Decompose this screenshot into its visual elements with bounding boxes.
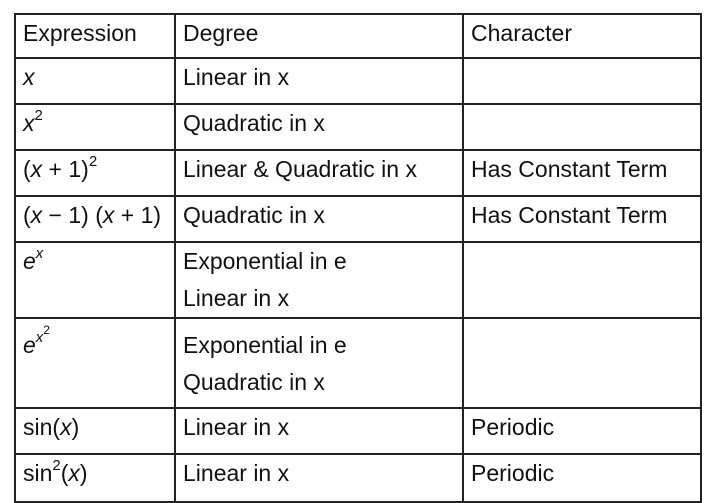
- degree-cell: Linear in x: [174, 453, 464, 503]
- degree-cell: Quadratic in x: [174, 195, 464, 243]
- expr-part: ): [79, 460, 88, 486]
- degree-text: Quadratic in x: [183, 110, 325, 136]
- degree-cell: Exponential in e Linear in x: [174, 241, 464, 319]
- degree-text: Linear in x: [183, 285, 290, 311]
- expression-cell: (x − 1) (x + 1): [14, 195, 176, 243]
- degree-text: Quadratic in x: [183, 202, 325, 228]
- expr-part: ): [71, 414, 80, 440]
- header-degree: Degree: [174, 13, 464, 59]
- character-cell: Has Constant Term: [462, 195, 702, 243]
- expr-exponent: 2: [88, 153, 98, 171]
- expr-exponent: 2: [34, 107, 43, 125]
- expression-cell: sin2(x): [14, 453, 176, 503]
- table-row: x Linear in x: [14, 57, 702, 105]
- degree-text: Linear in x: [183, 64, 290, 90]
- table-row: (x − 1) (x + 1) Quadratic in x Has Const…: [14, 195, 702, 243]
- expr-part: − 1) (: [42, 202, 103, 228]
- table-row: ex2 Exponential in e Quadratic in x: [14, 317, 702, 409]
- expression-cell: ex2: [14, 317, 176, 409]
- expr-rest: + 1): [42, 156, 89, 182]
- expr-part: + 1): [114, 202, 162, 228]
- expression-table: Expression Degree Character x Linear in …: [14, 13, 702, 503]
- expression-cell: sin(x): [14, 407, 176, 455]
- expr-function: sin: [23, 414, 53, 440]
- expression-cell: x: [14, 57, 176, 105]
- degree-text: Exponential in e: [183, 332, 347, 358]
- character-cell: Periodic: [462, 407, 702, 455]
- degree-text: Exponential in e: [183, 248, 347, 274]
- expr-variable: x: [23, 110, 35, 136]
- header-character: Character: [462, 13, 702, 59]
- expr-variable: x: [68, 460, 80, 486]
- expr-variable: x: [102, 202, 115, 228]
- expr-variable: x: [23, 64, 35, 90]
- character-cell: [462, 241, 702, 319]
- character-cell: Periodic: [462, 453, 702, 503]
- degree-cell: Exponential in e Quadratic in x: [174, 317, 464, 409]
- expression-cell: ex: [14, 241, 176, 319]
- table-header-row: Expression Degree Character: [14, 13, 702, 59]
- expr-variable: x: [30, 202, 43, 228]
- expr-base: e: [23, 332, 36, 358]
- expr-part: (: [23, 202, 31, 228]
- table-row: sin2(x) Linear in x Periodic: [14, 453, 702, 503]
- character-cell: [462, 57, 702, 105]
- degree-text: Linear in x: [183, 460, 290, 486]
- table-row: x2 Quadratic in x: [14, 103, 702, 151]
- expr-function: sin: [23, 460, 53, 486]
- degree-text: Linear & Quadratic in x: [183, 156, 417, 182]
- character-cell: Has Constant Term: [462, 149, 702, 197]
- table-row: sin(x) Linear in x Periodic: [14, 407, 702, 455]
- degree-text: Linear in x: [183, 414, 290, 440]
- degree-cell: Linear & Quadratic in x: [174, 149, 464, 197]
- expr-part: (: [52, 414, 61, 440]
- degree-cell: Linear in x: [174, 407, 464, 455]
- degree-cell: Linear in x: [174, 57, 464, 105]
- degree-text: Quadratic in x: [183, 369, 325, 395]
- character-cell: [462, 103, 702, 151]
- expression-cell: x2: [14, 103, 176, 151]
- expr-base: e: [23, 248, 36, 274]
- table-row: ex Exponential in e Linear in x: [14, 241, 702, 319]
- expr-exponent: x: [35, 245, 44, 263]
- expression-cell: (x + 1)2: [14, 149, 176, 197]
- header-expression: Expression: [14, 13, 176, 59]
- degree-cell: Quadratic in x: [174, 103, 464, 151]
- table-row: (x + 1)2 Linear & Quadratic in x Has Con…: [14, 149, 702, 197]
- expr-paren-open: (: [23, 156, 31, 182]
- expr-variable: x: [60, 414, 72, 440]
- expr-exponent-power: 2: [43, 323, 50, 338]
- expr-exponent: 2: [52, 457, 61, 475]
- character-cell: [462, 317, 702, 409]
- expr-variable: x: [30, 156, 43, 182]
